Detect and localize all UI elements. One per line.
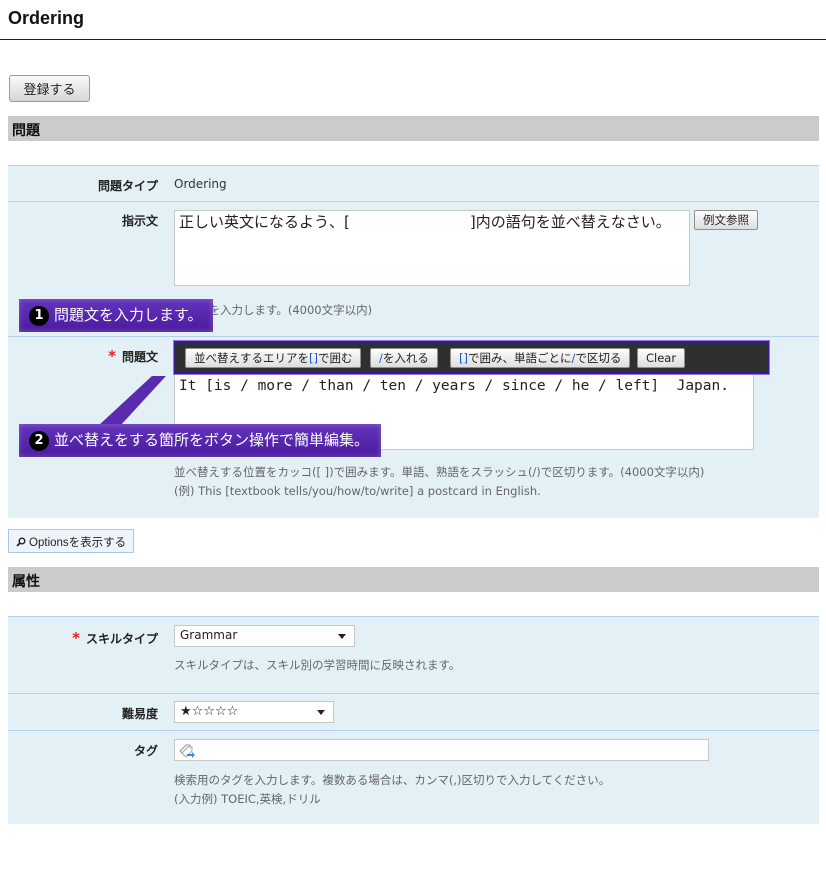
dropdown-arrow-icon (317, 710, 325, 715)
dropdown-arrow-icon (338, 634, 346, 639)
page-header: Ordering (0, 0, 826, 40)
magnifier-icon (16, 537, 29, 549)
wrap-brackets-button[interactable]: 並べ替えするエリアを[]で囲む (185, 348, 362, 368)
required-icon: * (72, 629, 80, 647)
callout-1-text: 問題文を入力します。 (54, 306, 203, 324)
tag-example: (入力例) TOEIC,英検,ドリル (174, 792, 321, 806)
page-title: Ordering (8, 8, 85, 28)
row-difficulty: 難易度 ★☆☆☆☆ (8, 693, 819, 730)
instruction-label: 指示文 (121, 214, 158, 228)
skill-type-label-text: スキルタイプ (85, 632, 158, 646)
step-number-icon: 2 (29, 431, 49, 451)
section-header-question: 問題 (8, 116, 819, 141)
step-number-icon: 1 (29, 306, 49, 326)
section-header-attributes: 属性 (8, 567, 819, 592)
row-tags: タグ 検索用のタグを入力します。複数ある場合は、カンマ(,)区切りで入力してくだ… (8, 730, 819, 825)
difficulty-select[interactable]: ★☆☆☆☆ (174, 701, 334, 723)
skill-type-hint: スキルタイプは、スキル別の学習時間に反映されます。 (174, 658, 461, 672)
attributes-form: * スキルタイプ Grammar スキルタイプは、スキル別の学習時間に反映されます… (8, 616, 819, 824)
question-body-hint: 並べ替えする位置をカッコ([ ])で囲みます。単語、熟語をスラッシュ(/)で区切… (174, 465, 705, 479)
insert-slash-button[interactable]: /を入れる (370, 348, 438, 368)
tag-label: タグ (133, 744, 158, 758)
callout-pointer (98, 376, 166, 426)
skill-type-label: * スキルタイプ (8, 629, 158, 647)
required-icon: * (108, 347, 116, 365)
callout-2-text: 並べ替えをする箇所をボタン操作で簡単編集。 (54, 431, 370, 449)
editor-toolbar: 並べ替えするエリアを[]で囲む /を入れる []で囲み、単語ごとに/で区切る C… (173, 340, 770, 375)
tag-icon (178, 742, 196, 761)
question-type-value: Ordering (174, 177, 227, 191)
row-question-type: 問題タイプ Ordering (8, 166, 819, 201)
question-body-label-text: 問題文 (121, 350, 158, 364)
question-body-label: * 問題文 (8, 347, 158, 365)
tag-hint: 検索用のタグを入力します。複数ある場合は、カンマ(,)区切りで入力してください。 (174, 773, 611, 787)
example-reference-button[interactable]: 例文参照 (694, 210, 758, 230)
row-skill-type: * スキルタイプ Grammar スキルタイプは、スキル別の学習時間に反映されます… (8, 617, 819, 693)
callout-step-1: 1 問題文を入力します。 (19, 299, 213, 332)
skill-type-select[interactable]: Grammar (174, 625, 355, 647)
difficulty-label: 難易度 (121, 707, 158, 721)
skill-type-selected: Grammar (180, 628, 238, 642)
show-options-label: Optionsを表示する (29, 537, 127, 549)
difficulty-stars: ★☆☆☆☆ (180, 704, 239, 719)
question-body-example: (例) This [textbook tells/you/how/to/writ… (174, 484, 541, 498)
wrap-and-split-button[interactable]: []で囲み、単語ごとに/で区切る (450, 348, 631, 368)
register-button[interactable]: 登録する (9, 75, 90, 102)
callout-step-2: 2 並べ替えをする箇所をボタン操作で簡単編集。 (19, 424, 382, 457)
instruction-textarea[interactable]: 正しい英文になるよう、[ ]内の語句を並べ替えなさい。 (174, 210, 690, 286)
tag-input[interactable] (174, 739, 709, 761)
question-type-label: 問題タイプ (97, 179, 158, 193)
clear-button[interactable]: Clear (637, 348, 686, 368)
question-form: 問題タイプ Ordering 指示文 正しい英文になるよう、[ ]内の語句を並べ… (8, 165, 819, 518)
show-options-button[interactable]: Optionsを表示する (8, 529, 134, 553)
